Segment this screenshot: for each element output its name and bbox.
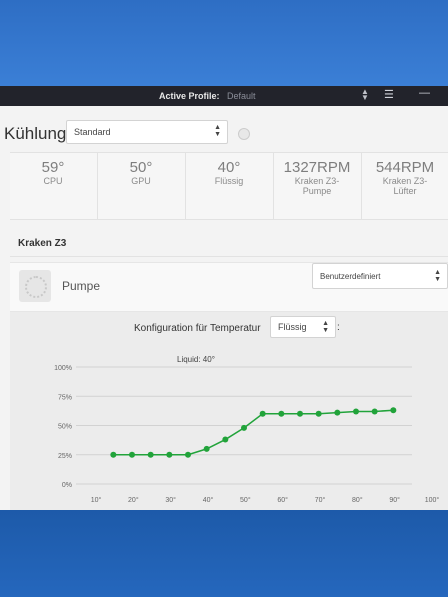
- select-arrows-icon: ▲ ▼: [434, 269, 441, 283]
- cooling-mode-value: Standard: [74, 127, 111, 137]
- y-tick-label: 25%: [58, 453, 72, 460]
- monitor-bezel-bottom: [0, 510, 448, 597]
- stats-panel: 59° CPU 50° GPU 40° Flüssig 1327RPM Krak…: [10, 152, 448, 220]
- title-bar: Active Profile: Default ▲ ▼ ☰ —: [0, 86, 448, 106]
- curve-point[interactable]: [147, 451, 154, 458]
- x-tick-label: 20°: [128, 496, 139, 504]
- x-tick-label: 70°: [315, 496, 326, 504]
- pump-mode-select[interactable]: Benutzerdefiniert ▲ ▼: [312, 263, 448, 289]
- pump-ring-icon: [25, 276, 47, 298]
- curve-point[interactable]: [278, 410, 285, 417]
- x-axis-labels: 10° 20° 30° 40° 50° 60° 70° 80° 90° 100°: [91, 496, 440, 504]
- curve-point[interactable]: [185, 451, 191, 458]
- curve-point[interactable]: [297, 410, 303, 417]
- curve-editor: Konfiguration für Temperatur Flüssig ▲ ▼ …: [10, 312, 448, 510]
- curve-point[interactable]: [371, 408, 378, 415]
- curve-point[interactable]: [110, 451, 117, 458]
- stat-label: Kraken Z3- Pumpe: [294, 176, 340, 196]
- stat-label: Kraken Z3- Lüfter: [382, 176, 428, 196]
- x-tick-label: 80°: [352, 496, 363, 504]
- curve-point[interactable]: [166, 451, 173, 458]
- stat-label: CPU: [43, 176, 63, 186]
- menu-icon[interactable]: ☰: [384, 88, 394, 101]
- stat-label: Flüssig: [214, 176, 244, 186]
- divider: [10, 256, 448, 257]
- stat-value: 50°: [129, 159, 153, 176]
- x-tick-label: 60°: [277, 496, 288, 504]
- status-indicator-icon[interactable]: [238, 128, 250, 140]
- profile-switch-icon[interactable]: ▲ ▼: [361, 88, 369, 102]
- y-tick-label: 0%: [62, 482, 72, 489]
- device-title: Kraken Z3: [18, 238, 67, 249]
- y-tick-label: 75%: [58, 394, 72, 401]
- curve-points[interactable]: [110, 407, 397, 458]
- curve-point[interactable]: [222, 436, 229, 443]
- app-window: Active Profile: Default ▲ ▼ ☰ — Kühlung S…: [0, 86, 448, 510]
- stat-pump-rpm: 1327RPM Kraken Z3- Pumpe: [274, 159, 360, 196]
- stat-value: 59°: [41, 159, 65, 176]
- stat-value: 1327RPM: [283, 159, 351, 176]
- liquid-temp-annotation: Liquid: 40°: [177, 355, 215, 364]
- pump-card[interactable]: Pumpe Benutzerdefiniert ▲ ▼: [10, 262, 448, 312]
- curve-point[interactable]: [315, 410, 322, 417]
- pump-icon: [19, 270, 51, 302]
- y-axis-labels: 0% 25% 50% 75% 100%: [54, 365, 72, 489]
- pump-curve-line: [113, 409, 394, 456]
- x-tick-label: 10°: [91, 496, 102, 504]
- y-tick-label: 100%: [54, 365, 72, 372]
- stat-liquid: 40° Flüssig: [186, 159, 272, 186]
- pump-mode-value: Benutzerdefiniert: [320, 272, 381, 281]
- x-tick-label: 100°: [425, 496, 440, 504]
- pump-curve-chart[interactable]: 0% 25% 50% 75% 100% 10° 20° 30° 40° 50° 60° 70° 80°…: [10, 312, 448, 510]
- stat-fan-rpm: 544RPM Kraken Z3- Lüfter: [362, 159, 448, 196]
- pump-label: Pumpe: [62, 279, 101, 293]
- stat-label: GPU: [131, 176, 151, 186]
- minimize-icon[interactable]: —: [419, 87, 430, 99]
- curve-point[interactable]: [334, 409, 341, 416]
- stat-gpu: 50° GPU: [98, 159, 184, 186]
- stat-value: 544RPM: [375, 159, 435, 176]
- x-tick-label: 90°: [389, 496, 400, 504]
- y-tick-label: 50%: [58, 424, 72, 431]
- x-tick-label: 40°: [203, 496, 214, 504]
- cooling-header: Kühlung Standard ▲ ▼: [0, 116, 448, 152]
- x-tick-label: 50°: [240, 496, 251, 504]
- curve-point[interactable]: [203, 445, 210, 452]
- curve-point[interactable]: [241, 424, 247, 431]
- curve-point[interactable]: [353, 408, 359, 415]
- stat-value: 40°: [217, 159, 241, 176]
- curve-point[interactable]: [390, 407, 397, 414]
- page-title: Kühlung: [4, 124, 67, 143]
- curve-point[interactable]: [259, 410, 266, 417]
- curve-point[interactable]: [129, 451, 135, 458]
- monitor-bezel-top: [0, 0, 448, 86]
- select-arrows-icon: ▲ ▼: [214, 124, 221, 138]
- active-profile-label: Active Profile:: [159, 91, 220, 101]
- x-tick-label: 30°: [165, 496, 176, 504]
- stat-cpu: 59° CPU: [10, 159, 96, 186]
- cooling-mode-select[interactable]: Standard ▲ ▼: [66, 120, 228, 144]
- active-profile-value[interactable]: Default: [227, 91, 256, 101]
